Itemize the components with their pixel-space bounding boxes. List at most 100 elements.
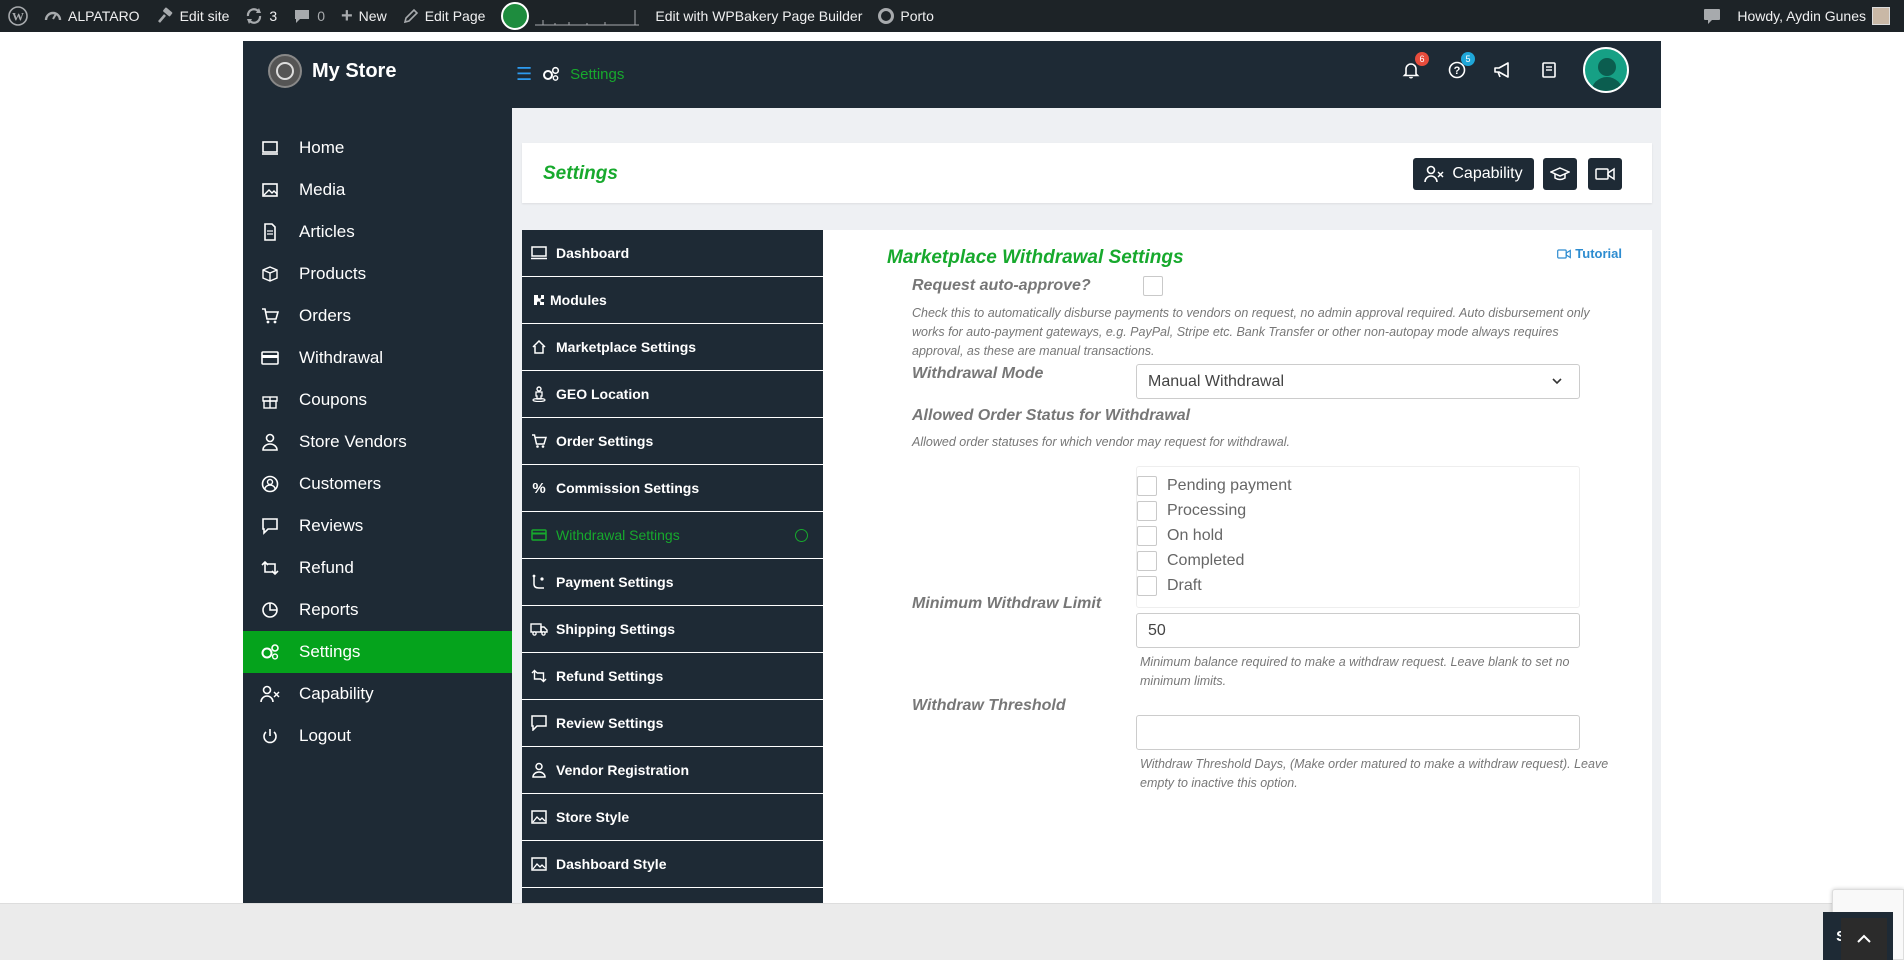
user-x-icon [260,684,280,704]
user-icon [530,761,548,779]
store-name[interactable]: My Store [312,60,396,83]
submenu-item-marketplace-settings[interactable]: Marketplace Settings [522,324,823,371]
sidebar-item-customers[interactable]: Customers [243,463,512,505]
submenu-item-label: Refund Settings [556,668,664,684]
submenu-item-modules[interactable]: Modules [522,277,823,324]
status-checkbox[interactable] [1137,550,1157,571]
sidebar-item-label: Media [299,180,346,199]
sidebar-item-label: Home [299,138,345,157]
image-icon [530,808,548,826]
menu-toggle-icon[interactable]: ☰ [516,65,532,83]
store-logo[interactable] [268,54,302,88]
status-option-completed[interactable]: Completed [1137,548,1244,573]
submenu-item-withdrawal-settings[interactable]: Withdrawal Settings [522,512,823,559]
status-checkbox[interactable] [1137,475,1157,496]
wpbakery-label: Edit with WPBakery Page Builder [655,8,863,24]
user-circle-icon [260,474,280,494]
submenu-item-more[interactable] [522,888,823,903]
auto-approve-checkbox[interactable] [1143,276,1163,296]
sidebar-item-home[interactable]: Home [243,127,512,169]
sidebar-item-logout[interactable]: Logout [243,715,512,757]
withdrawal-mode-select[interactable]: Manual Withdrawal [1136,364,1580,399]
submenu-item-order-settings[interactable]: Order Settings [522,418,823,465]
min-withdraw-limit-input[interactable]: 50 [1136,613,1580,648]
sidebar-item-store-vendors[interactable]: Store Vendors [243,421,512,463]
updates-count: 3 [269,8,278,24]
withdraw-threshold-description: Withdraw Threshold Days, (Make order mat… [1140,757,1609,790]
tutorial-link[interactable]: Tutorial [1557,246,1622,261]
user-avatar[interactable] [1583,47,1629,93]
comments-link[interactable]: 0 [285,0,333,32]
scroll-to-top-button[interactable] [1841,918,1887,960]
status-option-draft[interactable]: Draft [1137,573,1202,598]
edit-page-link[interactable]: Edit Page [395,0,494,32]
sidebar-item-label: Store Vendors [299,432,407,451]
min-withdraw-limit-label: Minimum Withdraw Limit [912,595,1102,612]
edit-site-link[interactable]: Edit site [148,0,238,32]
sidebar-item-reports[interactable]: Reports [243,589,512,631]
submenu-item-review-settings[interactable]: Review Settings [522,700,823,747]
sidebar-item-label: Reviews [299,516,364,535]
status-option-processing[interactable]: Processing [1137,498,1246,523]
sidebar-item-label: Reports [299,600,359,619]
sidebar-item-media[interactable]: Media [243,169,512,211]
guide-button[interactable] [1543,158,1577,190]
retweet-icon [530,667,548,685]
video-tutorial-button[interactable] [1588,158,1622,190]
sidebar-item-refund[interactable]: Refund [243,547,512,589]
notifications-button[interactable]: 6 [1399,52,1429,82]
status-option-pending-payment[interactable]: Pending payment [1137,473,1292,498]
performance-badge-link[interactable] [493,0,647,32]
knowledgebase-button[interactable] [1537,58,1561,82]
status-checkbox[interactable] [1137,500,1157,521]
site-name-link[interactable]: ALPATARO [36,0,148,32]
submenu-item-dashboard-style[interactable]: Dashboard Style [522,841,823,888]
submenu-item-dashboard[interactable]: Dashboard [522,230,823,277]
status-checkbox[interactable] [1137,525,1157,546]
settings-submenu: Dashboard Modules Marketplace Settings G… [522,230,823,903]
capability-button[interactable]: Capability [1413,158,1534,190]
sidebar-item-settings[interactable]: Settings [243,631,512,673]
submenu-item-geo-location[interactable]: GEO Location [522,371,823,418]
sidebar-item-articles[interactable]: Articles [243,211,512,253]
payment-route-icon [530,573,548,591]
page-title: Settings [543,163,618,184]
graduation-cap-icon [1550,167,1570,181]
sidebar-item-capability[interactable]: Capability [243,673,512,715]
pie-chart-icon [260,600,280,620]
updates-link[interactable]: 3 [237,0,285,32]
sidebar-item-orders[interactable]: Orders [243,295,512,337]
help-button[interactable]: ? 5 [1445,52,1475,82]
my-account-link[interactable]: Howdy, Aydin Gunes [1729,0,1904,32]
announcements-button[interactable] [1491,58,1515,82]
submenu-item-payment-settings[interactable]: Payment Settings [522,559,823,606]
withdraw-threshold-label: Withdraw Threshold [912,697,1066,714]
wpbakery-link[interactable]: Edit with WPBakery Page Builder [647,0,870,32]
submenu-item-commission-settings[interactable]: % Commission Settings [522,465,823,512]
status-option-on-hold[interactable]: On hold [1137,523,1223,548]
chat-notifications-button[interactable] [1695,0,1729,32]
min-withdraw-limit-description: Minimum balance required to make a withd… [1140,655,1570,688]
submenu-item-label: Marketplace Settings [556,339,697,355]
sidebar-item-products[interactable]: Products [243,253,512,295]
status-checkbox[interactable] [1137,575,1157,596]
submenu-item-refund-settings[interactable]: Refund Settings [522,653,823,700]
credit-card-icon [260,348,280,368]
active-indicator-icon [795,529,808,542]
message-icon [1704,9,1721,24]
sidebar-item-coupons[interactable]: Coupons [243,379,512,421]
new-content-link[interactable]: + New [333,0,395,32]
refresh-icon [247,8,262,24]
performance-sparkline-icon [535,10,640,26]
comments-count: 0 [317,8,325,24]
edit-page-label: Edit Page [424,8,486,24]
submenu-item-store-style[interactable]: Store Style [522,794,823,841]
sidebar-item-withdrawal[interactable]: Withdrawal [243,337,512,379]
sidebar-item-reviews[interactable]: Reviews [243,505,512,547]
wordpress-logo-button[interactable]: W [0,0,36,32]
submenu-item-vendor-registration[interactable]: Vendor Registration [522,747,823,794]
porto-theme-link[interactable]: Porto [870,0,941,32]
withdraw-threshold-input[interactable] [1136,715,1580,750]
submenu-item-shipping-settings[interactable]: Shipping Settings [522,606,823,653]
sidebar-item-label: Capability [299,684,374,703]
